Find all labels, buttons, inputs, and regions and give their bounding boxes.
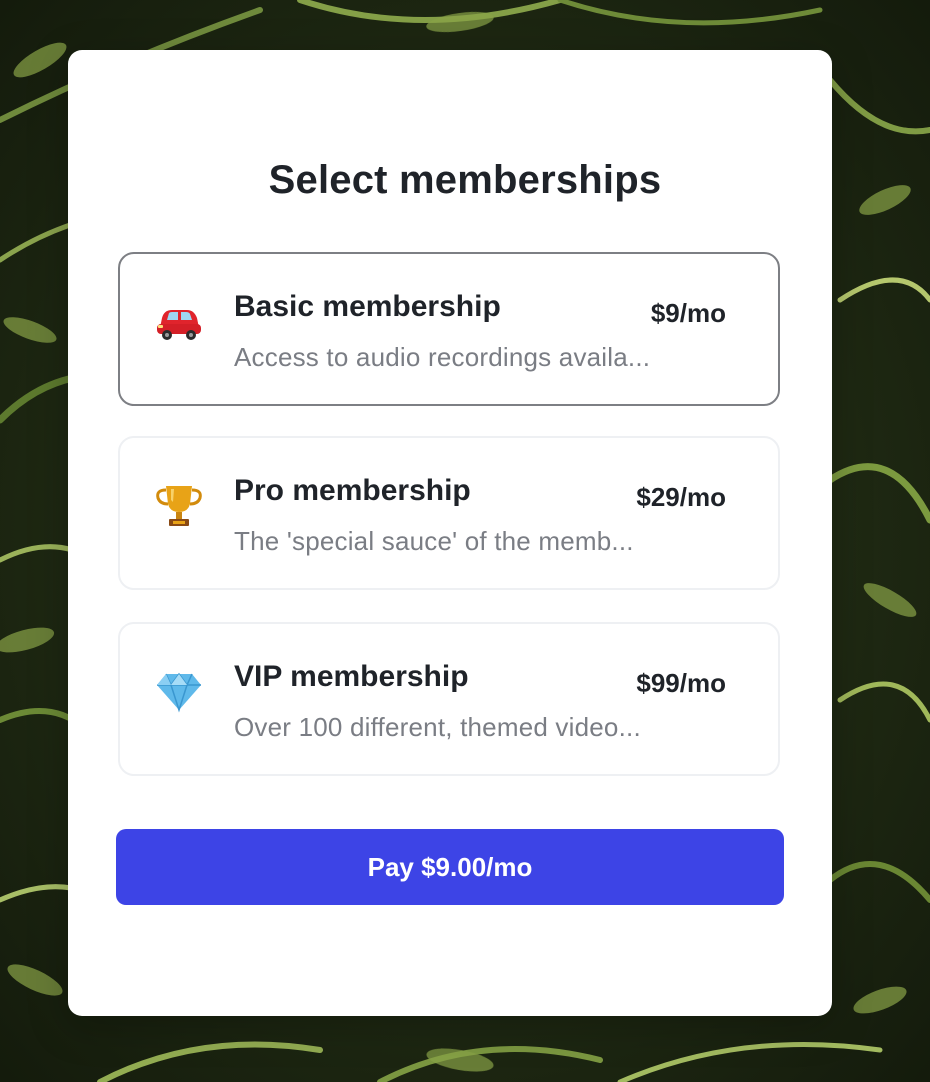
- gem-icon: [157, 672, 201, 713]
- option-name: Basic membership: [234, 290, 501, 323]
- option-name: VIP membership: [234, 660, 469, 693]
- option-name: Pro membership: [234, 474, 471, 507]
- trophy-icon: [156, 486, 202, 526]
- option-price: $99/mo: [636, 668, 726, 698]
- pay-button[interactable]: Pay $9.00/mo: [116, 829, 784, 905]
- membership-option-pro[interactable]: Pro membership $29/mo The 'special sauce…: [118, 436, 780, 590]
- option-description: The 'special sauce' of the memb...: [234, 526, 634, 556]
- option-description: Over 100 different, themed video...: [234, 712, 641, 742]
- car-icon: [157, 310, 201, 340]
- option-description: Access to audio recordings availa...: [234, 342, 651, 372]
- page-title: Select memberships: [268, 158, 662, 202]
- membership-option-vip[interactable]: VIP membership $99/mo Over 100 different…: [118, 622, 780, 776]
- option-price: $9/mo: [650, 298, 726, 328]
- membership-option-basic[interactable]: Basic membership $9/mo Access to audio r…: [118, 252, 780, 406]
- option-price: $29/mo: [636, 482, 726, 512]
